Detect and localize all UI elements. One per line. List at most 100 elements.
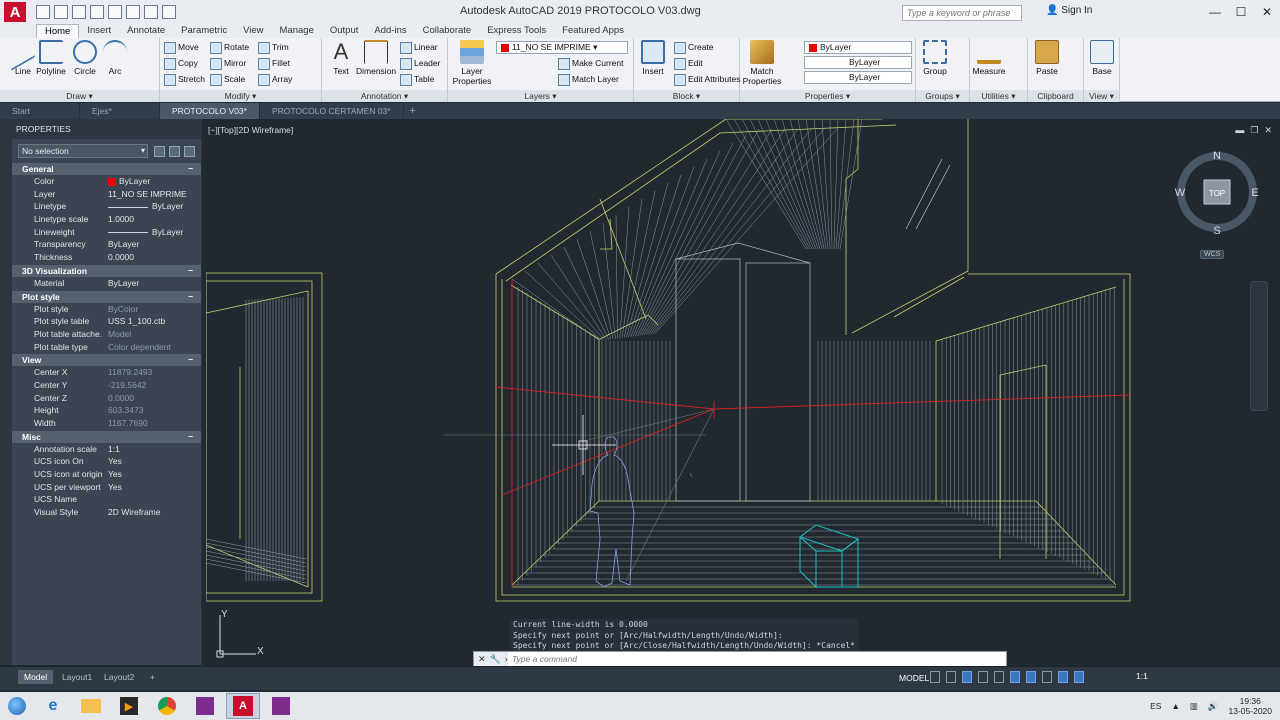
taskbar-autocad[interactable]: A [226, 693, 260, 719]
sign-in-button[interactable]: 👤 Sign In [1046, 5, 1092, 16]
redo-icon[interactable] [162, 5, 176, 19]
property-row-layer[interactable]: Layer 11_NO SE IMPRIME [12, 188, 201, 201]
save-as-icon[interactable] [90, 5, 104, 19]
property-row-center-x[interactable]: Center X 11879.2493 [12, 366, 201, 379]
viewport-restore-icon[interactable]: ❐ [1250, 125, 1258, 136]
compass-east[interactable]: E [1251, 187, 1258, 199]
trim-button[interactable]: Trim [258, 40, 289, 54]
select-objects-icon[interactable] [169, 146, 180, 157]
grid-toggle-icon[interactable] [930, 671, 940, 683]
navigation-bar[interactable] [1250, 281, 1268, 411]
ribbon-tab-add-ins[interactable]: Add-ins [366, 24, 414, 38]
property-row-width[interactable]: Width 1167.7690 [12, 417, 201, 430]
move-button[interactable]: Move [164, 40, 199, 54]
viewcube[interactable]: TOP N S E W [1175, 150, 1259, 237]
file-tab-protocolo-v03[interactable]: PROTOCOLO V03* [160, 103, 260, 119]
property-row-center-y[interactable]: Center Y -219.5642 [12, 379, 201, 392]
property-row-plot-style[interactable]: Plot style ByColor [12, 303, 201, 316]
linetype-dropdown[interactable]: ByLayer [804, 56, 912, 69]
edit-attributes-button[interactable]: Edit Attributes [674, 72, 740, 86]
polyline-button[interactable]: Polyline [34, 40, 68, 76]
model-space-toggle[interactable]: MODEL [896, 671, 932, 685]
file-tab-start[interactable]: Start [0, 103, 80, 119]
property-row-annotation-scale[interactable]: Annotation scale 1:1 [12, 443, 201, 456]
property-row-ucs-name[interactable]: UCS Name [12, 493, 201, 506]
property-value[interactable]: USS 1_100.ctb [102, 315, 201, 328]
property-row-material[interactable]: Material ByLayer [12, 277, 201, 290]
property-value[interactable]: Yes [102, 481, 201, 494]
viewport-controls-label[interactable]: [−][Top][2D Wireframe] [208, 125, 293, 135]
file-tab-protocolo-certamen-03[interactable]: PROTOCOLO CERTAMEN 03* [260, 103, 404, 119]
property-row-lineweight[interactable]: Lineweight ByLayer [12, 226, 201, 239]
property-row-plot-table-attache[interactable]: Plot table attache... Model [12, 328, 201, 341]
viewport-minimize-icon[interactable]: ▬ [1235, 125, 1244, 136]
language-indicator[interactable]: ES [1150, 701, 1161, 711]
volume-icon[interactable]: 🔊 [1208, 701, 1219, 712]
taskbar-media[interactable]: ▶ [112, 693, 146, 719]
property-row-plot-style-table[interactable]: Plot style table USS 1_100.ctb [12, 315, 201, 328]
taskbar-app2[interactable] [264, 693, 298, 719]
ribbon-tab-express-tools[interactable]: Express Tools [479, 24, 554, 38]
utilities-panel-title[interactable]: Utilities ▾ [970, 90, 1027, 102]
property-row-color[interactable]: Color ByLayer [12, 175, 201, 188]
close-command-icon[interactable]: ✕ [478, 654, 486, 665]
polar-toggle-icon[interactable] [978, 671, 988, 683]
lineweight-toggle-icon[interactable] [1042, 671, 1052, 683]
maximize-button[interactable]: ☐ [1228, 0, 1254, 24]
dimension-button[interactable]: Dimension [356, 40, 396, 76]
property-row-visual-style[interactable]: Visual Style 2D Wireframe [12, 506, 201, 519]
ribbon-tab-annotate[interactable]: Annotate [119, 24, 173, 38]
network-icon[interactable]: ▥ [1190, 701, 1198, 712]
ribbon-tab-parametric[interactable]: Parametric [173, 24, 235, 38]
rotate-button[interactable]: Rotate [210, 40, 249, 54]
annotation-panel-title[interactable]: Annotation ▾ [322, 90, 447, 102]
palette-side-strip[interactable] [0, 119, 12, 665]
edit-block-button[interactable]: Edit [674, 56, 703, 70]
property-row-linetype[interactable]: Linetype ByLayer [12, 200, 201, 213]
property-value[interactable]: ByLayer [102, 200, 201, 213]
search-input[interactable] [902, 5, 1022, 21]
properties-panel-title[interactable]: Properties ▾ [740, 90, 915, 102]
property-value[interactable]: 1:1 [102, 443, 201, 456]
file-tab-ejes[interactable]: Ejes* [80, 103, 160, 119]
ribbon-tab-output[interactable]: Output [322, 24, 367, 38]
new-tab-button[interactable]: + [404, 105, 422, 117]
property-value[interactable]: ByLayer [102, 277, 201, 290]
snap-toggle-icon[interactable] [946, 671, 956, 683]
property-row-height[interactable]: Height 603.3473 [12, 404, 201, 417]
arc-button[interactable]: Arc [98, 40, 132, 76]
minimize-button[interactable]: — [1202, 0, 1228, 24]
property-value[interactable]: ByLayer [102, 238, 201, 251]
ribbon-tab-collaborate[interactable]: Collaborate [415, 24, 480, 38]
mirror-button[interactable]: Mirror [210, 56, 246, 70]
web-open-icon[interactable] [108, 5, 122, 19]
layer-properties-button[interactable]: Layer Properties [452, 40, 492, 86]
compass-south[interactable]: S [1213, 225, 1220, 237]
property-value[interactable]: 2D Wireframe [102, 506, 201, 519]
table-button[interactable]: Table [400, 72, 434, 86]
array-button[interactable]: Array [258, 72, 292, 86]
ribbon-tab-insert[interactable]: Insert [79, 24, 119, 38]
compass-west[interactable]: W [1175, 187, 1186, 199]
taskbar-chrome[interactable] [150, 693, 184, 719]
property-value[interactable]: Yes [102, 468, 201, 481]
leader-button[interactable]: Leader [400, 56, 440, 70]
section-view[interactable]: View [12, 353, 201, 367]
match-properties-button[interactable]: Match Properties [742, 40, 782, 86]
property-row-ucs-per-viewport[interactable]: UCS per viewport Yes [12, 481, 201, 494]
drawing-canvas[interactable]: TOP N S E W X Y [−][Top][2D Wireframe] ▬… [206, 119, 1280, 666]
property-value[interactable] [102, 493, 201, 506]
taskbar-explorer[interactable] [74, 693, 108, 719]
close-button[interactable]: ✕ [1254, 0, 1280, 24]
undo-icon[interactable] [144, 5, 158, 19]
ribbon-tab-manage[interactable]: Manage [272, 24, 322, 38]
application-menu-button[interactable]: A [0, 0, 30, 24]
property-value[interactable]: 1.0000 [102, 213, 201, 226]
object-track-toggle-icon[interactable] [1010, 671, 1020, 683]
section-3d-visualization[interactable]: 3D Visualization [12, 264, 201, 277]
command-input[interactable] [508, 652, 1006, 666]
property-value[interactable]: ByLayer [102, 226, 201, 239]
ribbon-tab-home[interactable]: Home [36, 24, 80, 38]
auto-scale-icon[interactable] [1074, 671, 1084, 683]
property-value[interactable]: 0.0000 [102, 251, 201, 264]
